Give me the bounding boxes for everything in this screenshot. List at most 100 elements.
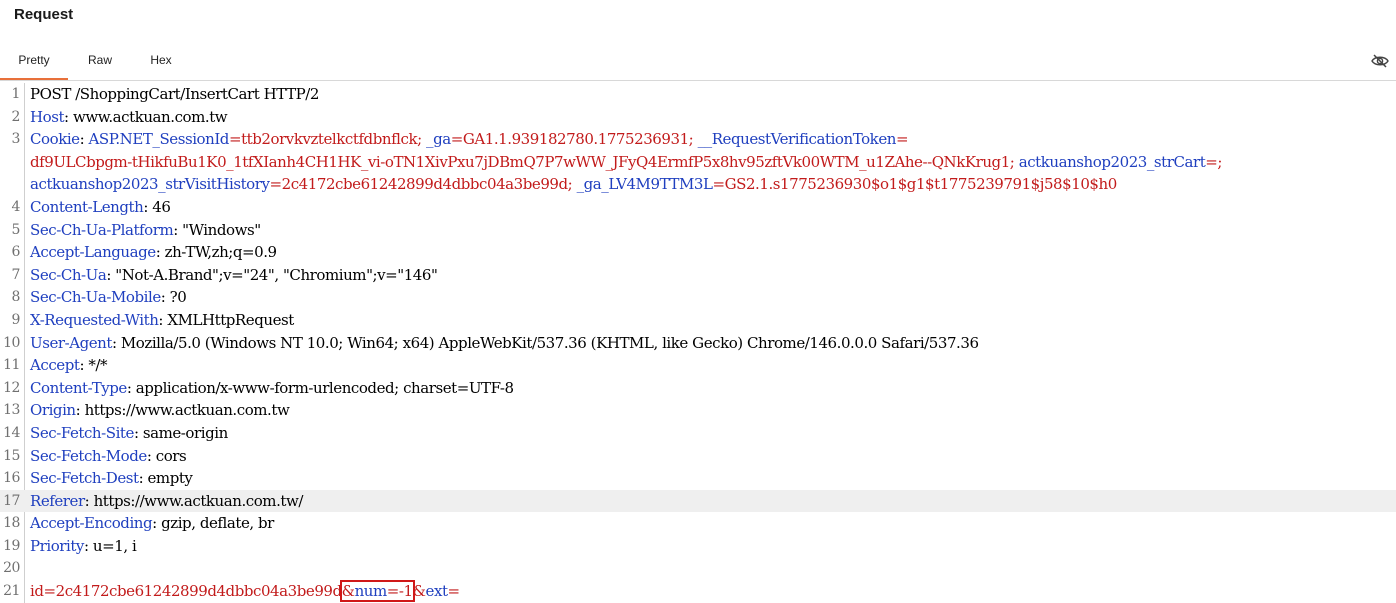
line-number: 4 — [11, 198, 21, 215]
cookie-name: actkuanshop2023_strCart — [1018, 152, 1206, 171]
code-line[interactable]: 1 POST /ShoppingCart/InsertCart HTTP/2 — [0, 83, 1396, 106]
code-line[interactable]: 16 Sec-Fetch-Dest: empty — [0, 467, 1396, 490]
header-value: Mozilla/5.0 (Windows NT 10.0; Win64; x64… — [116, 333, 979, 352]
header-name: X-Requested-With — [30, 310, 159, 329]
line-number: 11 — [3, 357, 20, 374]
header-name: Cookie — [30, 130, 80, 149]
line-content: Accept-Language: zh-TW,zh;q=0.9 — [30, 241, 277, 264]
line-content: Sec-Fetch-Site: same-origin — [30, 422, 228, 445]
cookie-value: df9ULCbpgm-tHikfuBu1K0_1tfXIanh4CH1HK_vi… — [30, 152, 1019, 171]
line-content: Sec-Fetch-Dest: empty — [30, 467, 193, 490]
code-line[interactable]: 6 Accept-Language: zh-TW,zh;q=0.9 — [0, 241, 1396, 264]
code-line[interactable]: 5 Sec-Ch-Ua-Platform: "Windows" — [0, 219, 1396, 242]
header-name: Content-Type — [30, 378, 127, 397]
tab-raw[interactable]: Raw — [80, 46, 120, 78]
header-value: 46 — [147, 197, 171, 216]
line-content: Accept: */* — [30, 354, 108, 377]
header-name: Referer — [30, 491, 85, 510]
line-content: df9ULCbpgm-tHikfuBu1K0_1tfXIanh4CH1HK_vi… — [30, 151, 1222, 174]
line-number: 7 — [11, 266, 21, 283]
header-name: Sec-Ch-Ua-Mobile — [30, 288, 161, 307]
code-line[interactable]: 17 Referer: https://www.actkuan.com.tw/ — [0, 489, 1396, 513]
body-param-value: id — [30, 582, 44, 601]
cookie-value: = — [895, 130, 909, 149]
line-number: 13 — [3, 402, 20, 419]
header-name: Sec-Fetch-Site — [30, 423, 134, 442]
header-value: same-origin — [138, 423, 228, 442]
header-value: u=1, i — [88, 536, 137, 555]
request-panel-title: Request — [14, 6, 74, 23]
header-value: XMLHttpRequest — [163, 310, 294, 329]
code-line[interactable]: 7 Sec-Ch-Ua: "Not-A.Brand";v="24", "Chrom… — [0, 264, 1396, 287]
line-number: 17 — [3, 492, 20, 509]
tab-pretty[interactable]: Pretty — [0, 46, 68, 80]
line-number: 1 — [11, 86, 21, 102]
request-line: POST /ShoppingCart/InsertCart HTTP/2 — [30, 85, 320, 103]
header-value: application/x-www-form-urlencoded; chars… — [131, 378, 514, 397]
header-name: User-Agent — [30, 333, 112, 352]
line-number: 9 — [11, 311, 21, 328]
body-param-name: ext — [425, 582, 448, 601]
line-number: 8 — [11, 289, 21, 306]
body-param-name: num — [354, 582, 388, 601]
header-name: Accept-Language — [30, 243, 156, 262]
view-tabs: Pretty Raw Hex — [0, 46, 1396, 81]
code-line[interactable]: 14 Sec-Fetch-Site: same-origin — [0, 422, 1396, 445]
code-line[interactable]: 15 Sec-Fetch-Mode: cors — [0, 445, 1396, 468]
header-value: https://www.actkuan.com.tw — [80, 401, 290, 420]
line-content: Referer: https://www.actkuan.com.tw/ — [30, 490, 303, 513]
tab-hex[interactable]: Hex — [140, 46, 182, 78]
code-line[interactable]: 4 Content-Length: 46 — [0, 196, 1396, 219]
code-line[interactable]: actkuanshop2023_strVisitHistory=2c4172cb… — [0, 173, 1396, 196]
header-name: Accept — [30, 356, 80, 375]
highlight-box: &num=-1 — [339, 580, 415, 603]
body-param-value: =2c4172cbe61242899d4dbbc04a3be99d — [43, 582, 343, 601]
line-content: id=2c4172cbe61242899d4dbbc04a3be99d&num=… — [30, 580, 460, 603]
header-value: cors — [151, 446, 187, 465]
line-number: 14 — [3, 424, 20, 441]
header-name: Sec-Fetch-Mode — [30, 446, 147, 465]
code-line[interactable]: 20 — [0, 557, 1396, 580]
line-content: Sec-Ch-Ua: "Not-A.Brand";v="24", "Chromi… — [30, 264, 438, 287]
code-line[interactable]: df9ULCbpgm-tHikfuBu1K0_1tfXIanh4CH1HK_vi… — [0, 151, 1396, 174]
request-editor[interactable]: 1 POST /ShoppingCart/InsertCart HTTP/2 2 Ho… — [0, 83, 1396, 603]
header-name: Sec-Ch-Ua — [30, 265, 107, 284]
header-name: Sec-Ch-Ua-Platform — [30, 220, 174, 239]
cookie-value: =2c4172cbe61242899d4dbbc04a3be99d; — [269, 175, 577, 194]
line-number: 10 — [3, 334, 20, 351]
line-content: Sec-Ch-Ua-Platform: "Windows" — [30, 219, 261, 242]
line-number: 18 — [3, 515, 20, 532]
header-value: */* — [84, 356, 108, 375]
line-number: 15 — [3, 447, 20, 464]
code-line[interactable]: 3 Cookie: ASP.NET_SessionId=ttb2orvkvztel… — [0, 128, 1396, 151]
code-line[interactable]: 10 User-Agent: Mozilla/5.0 (Windows NT 10… — [0, 332, 1396, 355]
line-number: 12 — [3, 379, 20, 396]
code-line[interactable]: 13 Origin: https://www.actkuan.com.tw — [0, 399, 1396, 422]
body-param-value: & — [341, 582, 355, 601]
code-line[interactable]: 18 Accept-Encoding: gzip, deflate, br — [0, 512, 1396, 535]
code-line[interactable]: 8 Sec-Ch-Ua-Mobile: ?0 — [0, 286, 1396, 309]
eye-slash-icon[interactable] — [1370, 51, 1390, 71]
code-line[interactable]: 21 id=2c4172cbe61242899d4dbbc04a3be99d&nu… — [0, 580, 1396, 603]
line-content: X-Requested-With: XMLHttpRequest — [30, 309, 294, 332]
line-number: 2 — [11, 108, 21, 125]
line-content: Sec-Ch-Ua-Mobile: ?0 — [30, 286, 187, 309]
code-line[interactable]: 2 Host: www.actkuan.com.tw — [0, 106, 1396, 129]
code-line[interactable]: 19 Priority: u=1, i — [0, 535, 1396, 558]
code-line[interactable]: 11 Accept: */* — [0, 354, 1396, 377]
header-value: www.actkuan.com.tw — [68, 107, 228, 126]
header-value: zh-TW,zh;q=0.9 — [160, 243, 277, 262]
cookie-name: actkuanshop2023_strVisitHistory — [30, 175, 270, 194]
body-param-value: = — [447, 582, 461, 601]
header-name: Priority — [30, 536, 84, 555]
code-line[interactable]: 12 Content-Type: application/x-www-form-u… — [0, 377, 1396, 400]
cookie-value: =ttb2orvkvztelkctfdbnflck; — [228, 130, 427, 149]
line-content: Content-Length: 46 — [30, 196, 171, 219]
line-number: 21 — [3, 583, 20, 600]
line-number: 6 — [11, 244, 21, 261]
line-number: 20 — [3, 560, 20, 577]
header-value: "Windows" — [177, 220, 261, 239]
code-line[interactable]: 9 X-Requested-With: XMLHttpRequest — [0, 309, 1396, 332]
cookie-value: =GA1.1.939182780.1775236931; — [450, 130, 698, 149]
line-number: 5 — [11, 221, 21, 238]
